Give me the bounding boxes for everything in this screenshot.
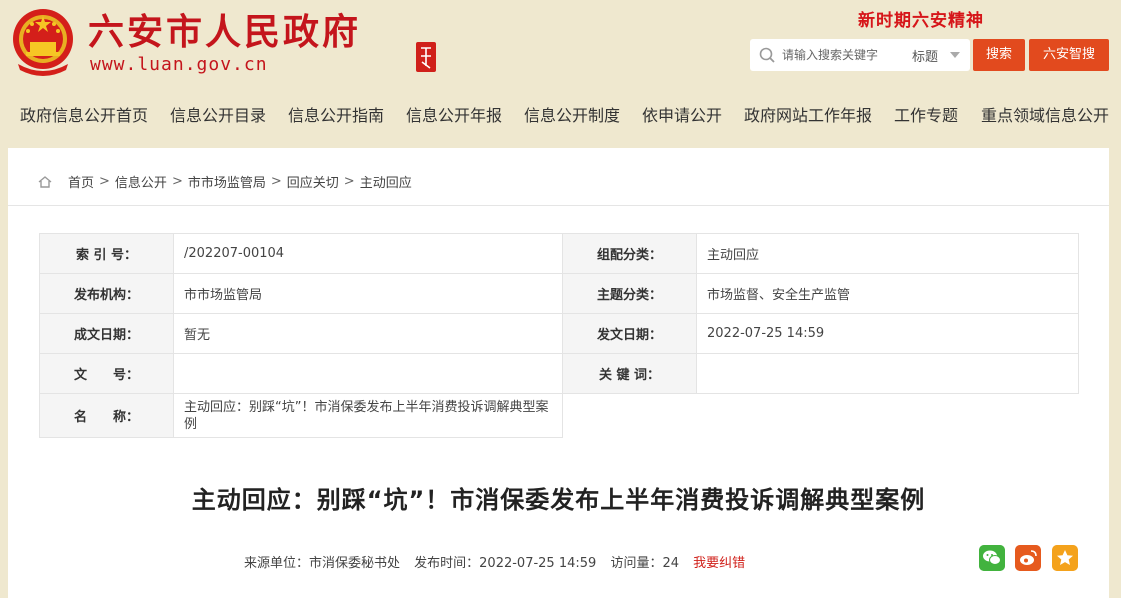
view-count: 访问量：24 <box>610 556 679 571</box>
article-meta: 来源单位：市消保委秘书处 发布时间：2022-07-25 14:59 访问量：2… <box>244 552 755 571</box>
breadcrumb: 首页 > 信息公开 > 市市场监管局 > 回应关切 > 主动回应 <box>38 172 412 191</box>
breadcrumb-separator: > <box>171 174 183 189</box>
content-panel: 首页 > 信息公开 > 市市场监管局 > 回应关切 > 主动回应 索 引 号： … <box>8 148 1109 598</box>
nav-item-catalog[interactable]: 信息公开目录 <box>170 102 266 126</box>
topic-label: 主题分类： <box>562 273 697 314</box>
smart-search-button[interactable]: 六安智搜 <box>1029 39 1109 71</box>
nav-item-annual-report[interactable]: 信息公开年报 <box>406 102 502 126</box>
name-label: 名 称： <box>39 393 174 438</box>
breadcrumb-current[interactable]: 主动回应 <box>360 172 412 191</box>
category-label: 组配分类： <box>562 233 697 274</box>
national-emblem-icon <box>13 9 73 76</box>
keywords-value <box>696 353 1079 394</box>
doc-no-label: 文 号： <box>39 353 174 394</box>
site-header: 六安市人民政府 www.luan.gov.cn 新时期六安精神 标题 搜索 六安… <box>0 0 1121 88</box>
doc-no-value <box>173 353 563 394</box>
nav-item-system[interactable]: 信息公开制度 <box>524 102 620 126</box>
seal-stamp-icon <box>416 42 436 72</box>
wechat-icon[interactable] <box>979 545 1005 571</box>
table-row: 发布机构： 市市场监管局 主题分类： 市场监督、安全生产监管 <box>39 273 1079 314</box>
publish-time: 发布时间：2022-07-25 14:59 <box>414 556 597 571</box>
empty-cell <box>563 394 697 438</box>
category-value: 主动回应 <box>696 233 1079 274</box>
main-nav: 政府信息公开首页 信息公开目录 信息公开指南 信息公开年报 信息公开制度 依申请… <box>0 96 1121 130</box>
breadcrumb-bureau[interactable]: 市市场监管局 <box>188 172 266 191</box>
pub-date-label: 发文日期： <box>562 313 697 354</box>
empty-cell <box>697 394 1079 438</box>
table-row: 成文日期： 暂无 发文日期： 2022-07-25 14:59 <box>39 313 1079 354</box>
search-icon <box>759 47 775 63</box>
nav-item-topics[interactable]: 工作专题 <box>894 102 958 126</box>
index-label: 索 引 号： <box>39 233 174 274</box>
breadcrumb-response[interactable]: 回应关切 <box>287 172 339 191</box>
site-url[interactable]: www.luan.gov.cn <box>90 54 268 75</box>
nav-item-application[interactable]: 依申请公开 <box>642 102 722 126</box>
site-title[interactable]: 六安市人民政府 <box>88 10 361 54</box>
article-title: 主动回应：别踩“坑”！市消保委发布上半年消费投诉调解典型案例 <box>191 486 926 514</box>
doc-date-value: 暂无 <box>173 313 563 354</box>
breadcrumb-separator: > <box>343 174 355 189</box>
favorite-icon[interactable] <box>1052 545 1078 571</box>
pub-date-value: 2022-07-25 14:59 <box>696 313 1079 354</box>
topic-value: 市场监督、安全生产监管 <box>696 273 1079 314</box>
breadcrumb-home[interactable]: 首页 <box>68 172 94 191</box>
doc-date-label: 成文日期： <box>39 313 174 354</box>
table-row: 索 引 号： /202207-00104 组配分类： 主动回应 <box>39 233 1079 274</box>
divider <box>8 205 1109 206</box>
info-table: 索 引 号： /202207-00104 组配分类： 主动回应 发布机构： 市市… <box>39 233 1079 438</box>
home-icon[interactable] <box>38 175 52 188</box>
breadcrumb-separator: > <box>99 174 110 189</box>
slogan-link[interactable]: 新时期六安精神 <box>858 6 984 31</box>
table-row: 名 称： 主动回应：别踩“坑”！市消保委发布上半年消费投诉调解典型案例 <box>39 393 1079 438</box>
publisher-label: 发布机构： <box>39 273 174 314</box>
breadcrumb-separator: > <box>270 174 282 189</box>
nav-item-website-report[interactable]: 政府网站工作年报 <box>744 102 872 126</box>
search-scope-select[interactable]: 标题 <box>912 46 938 65</box>
breadcrumb-info-public[interactable]: 信息公开 <box>115 172 167 191</box>
search-box: 标题 <box>750 39 970 71</box>
search-button[interactable]: 搜索 <box>973 39 1025 71</box>
report-error-link[interactable]: 我要纠错 <box>693 556 745 571</box>
nav-item-home[interactable]: 政府信息公开首页 <box>20 102 148 126</box>
keywords-label: 关 键 词： <box>562 353 697 394</box>
chevron-down-icon[interactable] <box>950 52 960 58</box>
index-value: /202207-00104 <box>173 233 563 274</box>
publisher-value: 市市场监管局 <box>173 273 563 314</box>
nav-item-key-areas[interactable]: 重点领域信息公开 <box>981 102 1109 126</box>
weibo-icon[interactable] <box>1015 545 1041 571</box>
name-value: 主动回应：别踩“坑”！市消保委发布上半年消费投诉调解典型案例 <box>173 393 563 438</box>
search-input[interactable] <box>782 45 902 65</box>
nav-item-guide[interactable]: 信息公开指南 <box>288 102 384 126</box>
table-row: 文 号： 关 键 词： <box>39 353 1079 394</box>
source-text: 来源单位：市消保委秘书处 <box>244 556 401 571</box>
